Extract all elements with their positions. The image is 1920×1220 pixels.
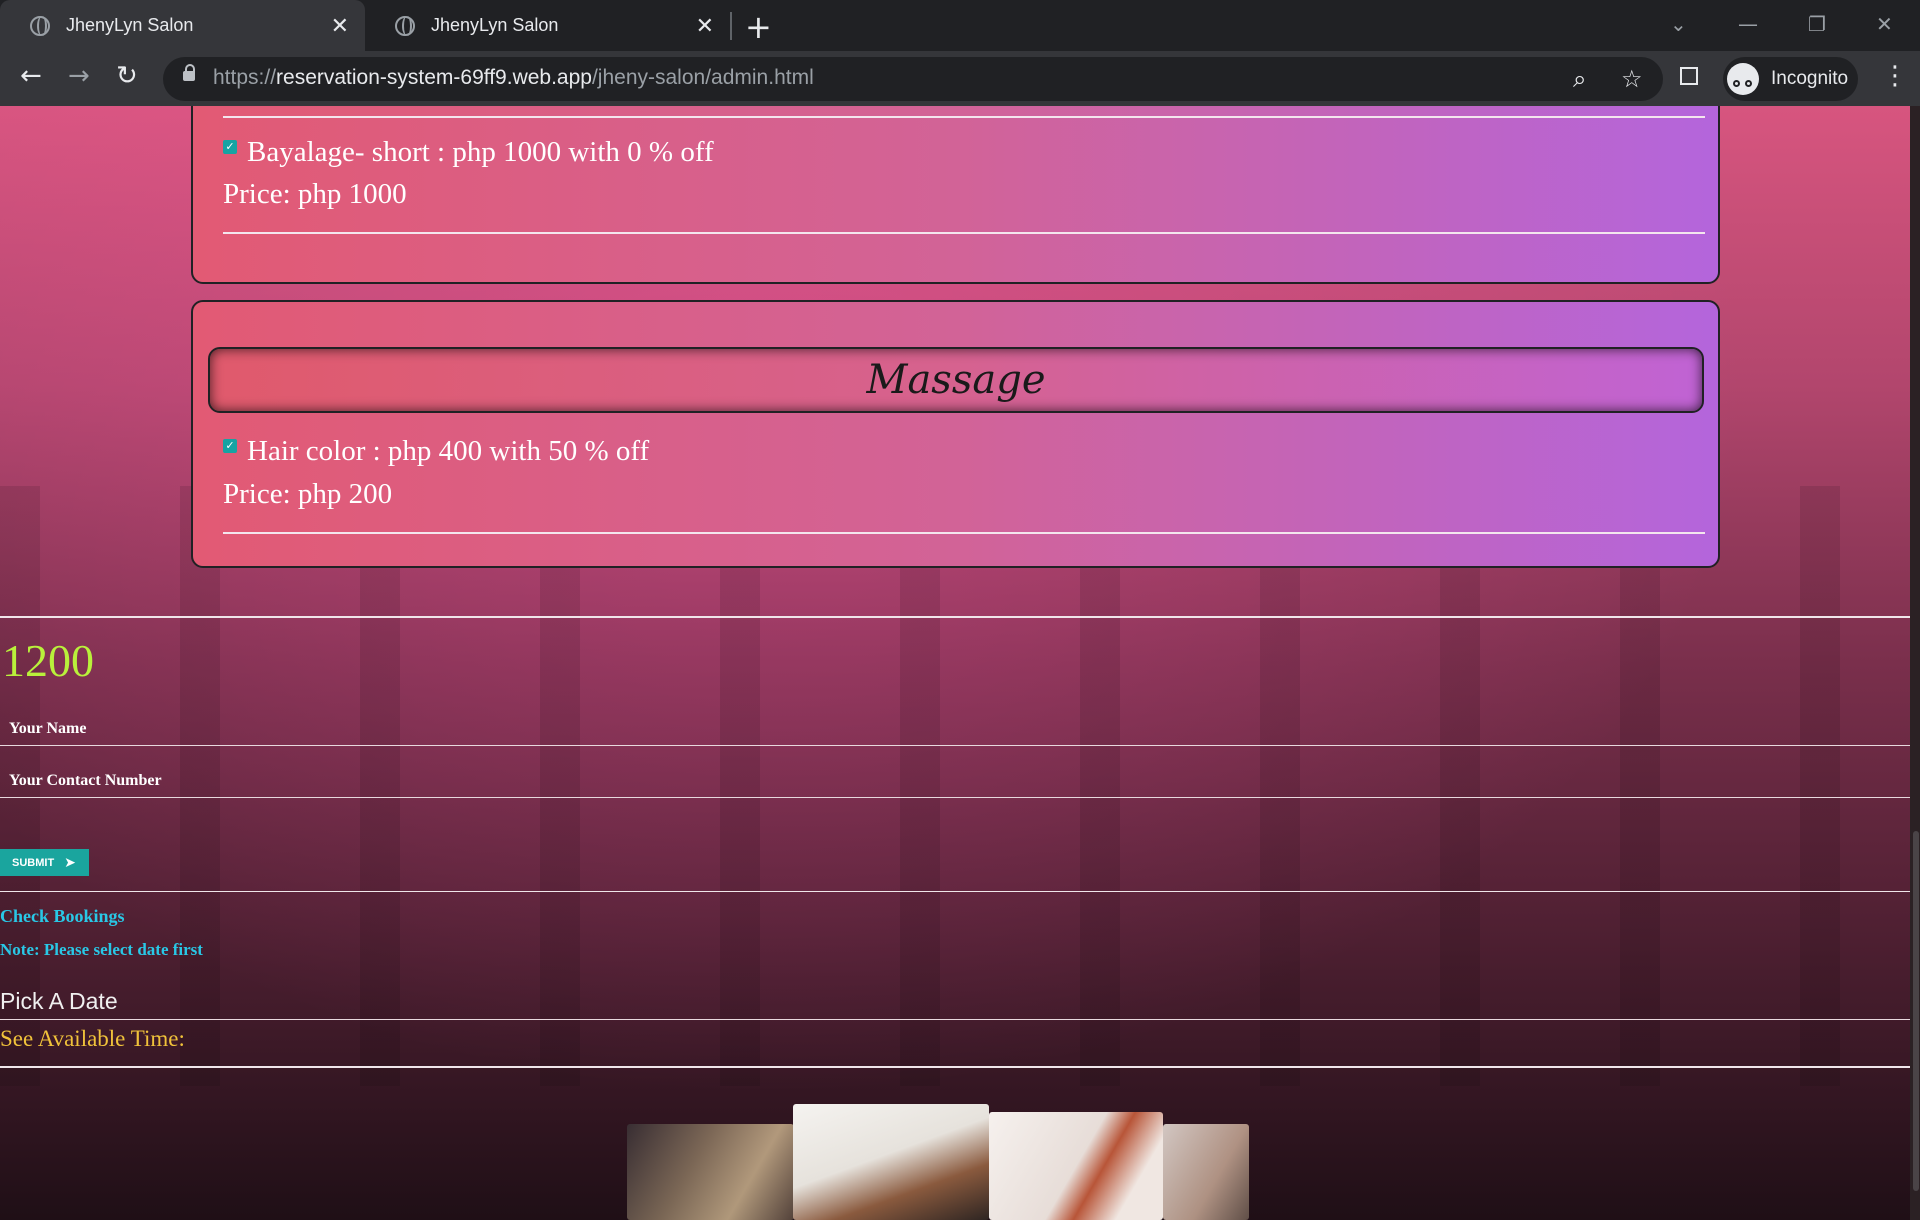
lock-icon [183,64,195,81]
total-price: 1200 [2,635,94,686]
globe-icon [395,15,415,36]
service-price: Price: php 1000 [223,178,407,210]
zoom-icon[interactable]: ⌕ [1573,65,1586,93]
back-arrow-icon[interactable]: ← [20,61,42,91]
service-item[interactable]: ✓ Bayalage- short : php 1000 with 0 % off [223,136,714,169]
tab-search-chevron-icon[interactable]: ⌄ [1670,12,1687,36]
reload-icon[interactable]: ↻ [116,61,138,91]
browser-toolbar: ← → ↻ https://reservation-system-69ff9.w… [0,51,1920,106]
tab-jhenylyn-salon-1[interactable]: JhenyLyn Salon ✕ [0,0,365,51]
close-window-icon[interactable]: ✕ [1876,12,1893,36]
note-text: Note: Please select date first [0,940,203,959]
service-item[interactable]: ✓ Hair color : php 400 with 50 % off [223,435,649,468]
gallery-photo[interactable] [627,1124,794,1220]
address-bar[interactable]: https://reservation-system-69ff9.web.app… [163,57,1663,101]
browser-tab-strip: JhenyLyn Salon ✕ JhenyLyn Salon ✕ + ⌄ — … [0,0,1920,51]
minimize-icon[interactable]: — [1738,12,1758,36]
date-input[interactable] [0,1019,1910,1020]
service-card-massage: Massage ✓ Hair color : php 400 with 50 % … [191,300,1720,568]
divider [223,232,1705,234]
scrollbar-thumb[interactable] [1913,831,1919,1191]
close-tab-icon[interactable]: ✕ [331,13,349,39]
forward-arrow-icon[interactable]: → [68,61,90,91]
checkbox-checked-icon[interactable]: ✓ [223,439,237,453]
tab-jhenylyn-salon-2[interactable]: JhenyLyn Salon ✕ [365,0,730,51]
url-text[interactable]: https://reservation-system-69ff9.web.app… [213,66,814,90]
service-card: ✓ Bayalage- short : php 1000 with 0 % off… [191,106,1720,284]
tab-title: JhenyLyn Salon [66,15,194,35]
bookmark-star-icon[interactable]: ☆ [1621,65,1643,93]
salon-background-image [0,486,1920,1086]
page-scrollbar[interactable] [1910,106,1920,1220]
contact-input[interactable] [0,797,1910,798]
available-time-label: See Available Time: [0,1026,185,1051]
divider [0,616,1910,618]
divider [223,116,1705,118]
divider [0,891,1910,892]
gallery-photo-active[interactable] [793,1104,989,1220]
contact-field-label: Your Contact Number [9,772,162,789]
check-bookings-link[interactable]: Check Bookings [0,906,125,927]
incognito-profile-button[interactable]: Incognito [1723,57,1858,101]
new-tab-icon[interactable]: + [745,8,772,46]
tab-title: JhenyLyn Salon [431,15,559,35]
gallery-photo[interactable] [989,1112,1163,1220]
profile-label: Incognito [1771,68,1849,89]
submit-button[interactable]: SUBMIT ➤ [0,849,89,876]
divider [223,532,1705,534]
divider [0,1066,1910,1068]
page-viewport: ✓ Bayalage- short : php 1000 with 0 % off… [0,106,1920,1220]
globe-icon [30,15,50,36]
incognito-icon [1727,63,1759,95]
pick-date-label[interactable]: Pick A Date [0,988,118,1015]
category-title: Massage [208,347,1704,413]
restore-icon[interactable]: ❐ [1808,12,1826,36]
browser-menu-icon[interactable]: ⋮ [1882,61,1908,91]
tab-separator [730,12,732,40]
send-arrow-icon: ➤ [64,854,76,871]
gallery-photo[interactable] [1163,1124,1249,1220]
close-tab-icon[interactable]: ✕ [696,13,714,39]
service-price: Price: php 200 [223,478,393,510]
name-field-label: Your Name [9,720,87,737]
checkbox-checked-icon[interactable]: ✓ [223,140,237,154]
side-panel-icon[interactable] [1680,67,1698,85]
name-input[interactable] [0,745,1910,746]
